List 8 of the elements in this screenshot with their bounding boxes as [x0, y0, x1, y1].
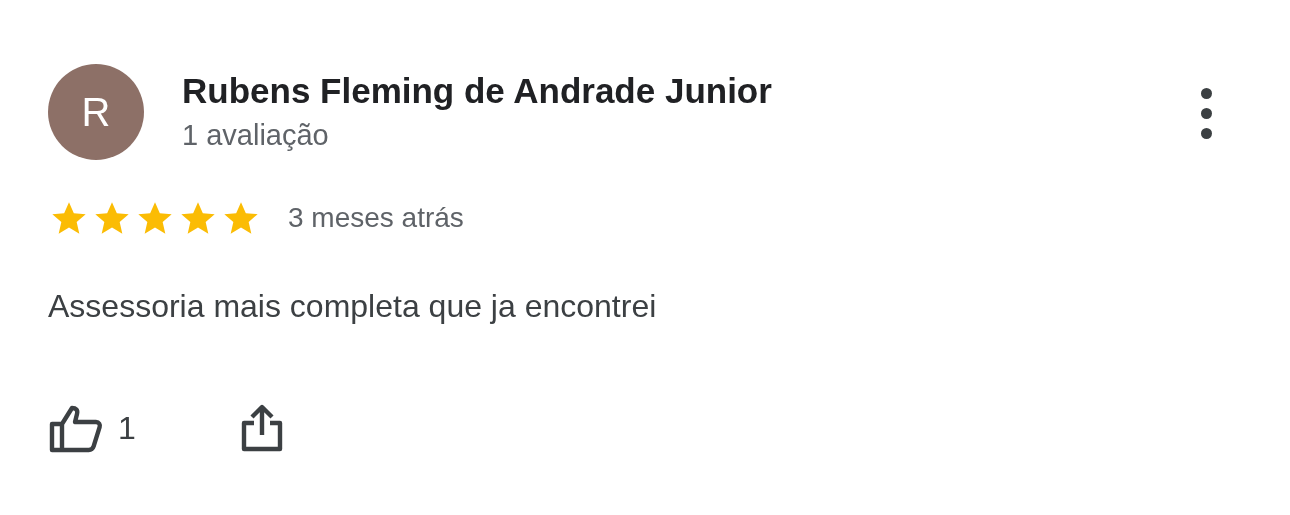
reviewer-name: Rubens Fleming de Andrade Junior: [182, 70, 772, 112]
avatar: R: [48, 64, 144, 160]
more-options-icon[interactable]: [1201, 88, 1212, 139]
review-text: Assessoria mais completa que ja encontrei: [48, 287, 658, 326]
share-icon[interactable]: [239, 403, 284, 453]
review-date: 3 meses atrás: [288, 202, 464, 234]
like-button[interactable]: 1: [48, 402, 136, 454]
review-count: 1 avaliação: [182, 118, 330, 153]
